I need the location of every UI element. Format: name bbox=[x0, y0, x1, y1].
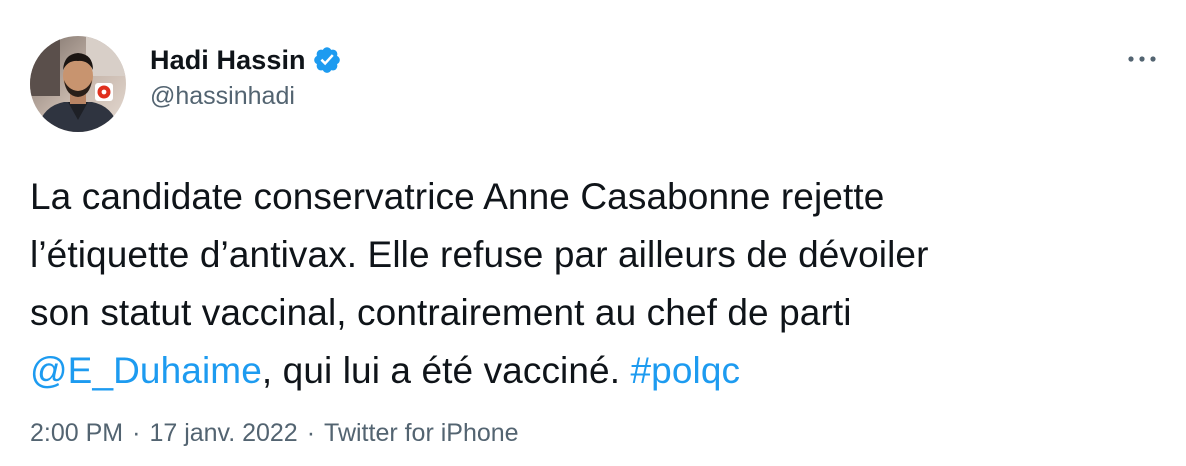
tweet-text: La candidate conservatrice Anne Casabonn… bbox=[30, 168, 1170, 400]
author-display-name[interactable]: Hadi Hassin bbox=[150, 45, 306, 76]
meta-separator: · bbox=[306, 419, 316, 447]
tweet-text-part-2: , qui lui a été vacciné. bbox=[261, 350, 631, 391]
tweet-time[interactable]: 2:00 PM bbox=[30, 419, 123, 448]
tweet-meta: 2:00 PM · 17 janv. 2022 · Twitter for iP… bbox=[30, 419, 519, 448]
verified-badge-icon bbox=[312, 45, 342, 75]
tweet-card: Hadi Hassin @hassinhadi La candidate con… bbox=[0, 0, 1186, 466]
avatar[interactable] bbox=[30, 36, 126, 132]
tweet-date[interactable]: 17 janv. 2022 bbox=[149, 419, 297, 448]
tweet-source[interactable]: Twitter for iPhone bbox=[324, 419, 519, 448]
meta-separator: · bbox=[132, 419, 141, 447]
more-options-button[interactable] bbox=[1124, 44, 1160, 74]
name-row: Hadi Hassin bbox=[150, 42, 342, 78]
mention-link[interactable]: @E_Duhaime bbox=[30, 350, 262, 391]
hashtag-link[interactable]: #polqc bbox=[631, 350, 741, 391]
author-handle[interactable]: @hassinhadi bbox=[150, 82, 342, 111]
more-horizontal-icon bbox=[1128, 56, 1156, 62]
author-block: Hadi Hassin @hassinhadi bbox=[150, 42, 342, 111]
tweet-text-part-1: La candidate conservatrice Anne Casabonn… bbox=[30, 176, 929, 333]
